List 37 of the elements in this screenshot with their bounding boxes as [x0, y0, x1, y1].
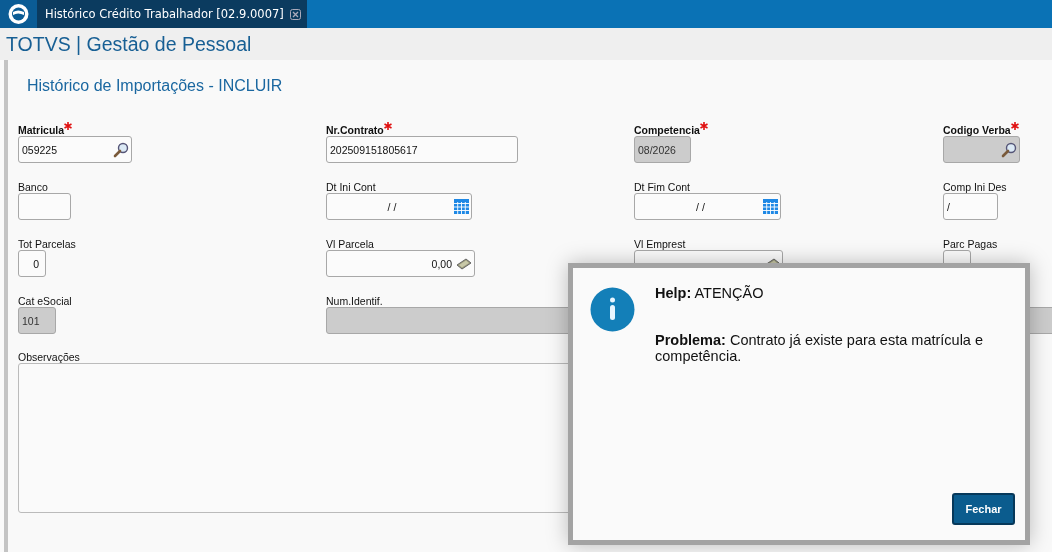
- info-icon: [590, 287, 635, 332]
- input-field[interactable]: / /: [326, 193, 472, 220]
- field-label: Vl Emprest: [634, 238, 686, 250]
- input-field[interactable]: / /: [634, 193, 781, 220]
- field-label: Tot Parcelas: [18, 238, 76, 250]
- field-label: Comp Ini Des: [943, 181, 1007, 193]
- input-field[interactable]: [18, 193, 71, 220]
- field-label: Codigo Verba: [943, 124, 1011, 136]
- input-field[interactable]: 0,00: [326, 250, 475, 277]
- tab[interactable]: Histórico Crédito Trabalhador [02.9.0007]: [37, 0, 307, 28]
- field-label: Parc Pagas: [943, 238, 998, 250]
- close-button[interactable]: Fechar: [952, 493, 1015, 525]
- tab-title: Histórico Crédito Trabalhador [02.9.0007]: [45, 7, 284, 21]
- logo-icon[interactable]: [0, 0, 37, 28]
- field-label: Nr.Contrato: [326, 124, 384, 136]
- input-field[interactable]: 202509151805617: [326, 136, 518, 163]
- search-icon[interactable]: [113, 141, 129, 158]
- close-icon[interactable]: [289, 8, 301, 20]
- calendar-icon[interactable]: [454, 199, 469, 214]
- calendar-icon[interactable]: [763, 199, 778, 214]
- field-label: Competencia: [634, 124, 700, 136]
- input-field[interactable]: 059225: [18, 136, 132, 163]
- field-label: Matricula: [18, 124, 65, 136]
- field-label: Num.Identif.: [326, 295, 383, 307]
- field-label: Cat eSocial: [18, 295, 72, 307]
- form-title: Histórico de Importações - INCLUIR: [27, 77, 284, 96]
- field-label: Dt Ini Cont: [326, 181, 376, 193]
- input-field[interactable]: 0: [18, 250, 46, 277]
- field-label: Banco: [18, 181, 48, 193]
- dialog-message: Problema: Contrato já existe para esta matrícula e competência.: [655, 332, 985, 364]
- field-label: Vl Parcela: [326, 238, 374, 250]
- field-label: Observações: [18, 351, 80, 363]
- field-label: Dt Fim Cont: [634, 181, 690, 193]
- dialog-heading: Help: ATENÇÃO: [655, 285, 764, 301]
- app-title: TOTVS | Gestão de Pessoal: [6, 33, 252, 55]
- money-icon[interactable]: [456, 257, 472, 270]
- input-field[interactable]: /: [943, 193, 998, 220]
